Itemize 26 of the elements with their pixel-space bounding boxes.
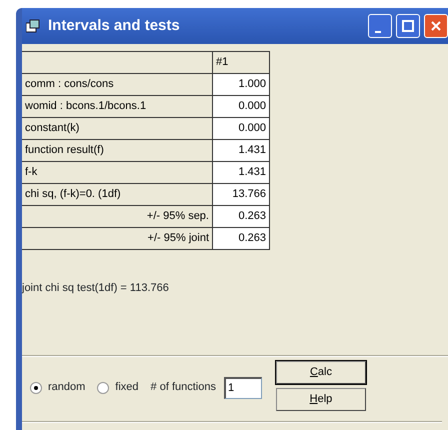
table-cell: 0.263 — [212, 227, 270, 250]
close-button[interactable] — [424, 14, 448, 38]
radio-button[interactable] — [30, 382, 42, 394]
dialog-button[interactable]: Calc — [276, 360, 366, 384]
table-cell: 0.000 — [212, 95, 270, 118]
table-cell: 1.431 — [212, 161, 270, 184]
dialog-button[interactable]: Help — [276, 388, 366, 410]
close-icon — [430, 20, 442, 32]
radio-button[interactable] — [97, 382, 110, 394]
radio-option[interactable]: fixed — [97, 379, 139, 396]
table-cell: 1.000 — [212, 73, 270, 96]
table-cell: 1.431 — [212, 139, 270, 162]
window-icon — [26, 19, 40, 33]
minimize-button[interactable] — [368, 14, 392, 38]
maximize-icon — [402, 20, 414, 32]
table-cell: 13.766 — [212, 183, 270, 206]
maximize-button[interactable] — [396, 14, 420, 38]
window-title: Intervals and tests — [48, 16, 180, 36]
table-cell: 0.263 — [212, 205, 270, 228]
column-header: #1 — [212, 51, 270, 74]
field-label: # of functions — [150, 380, 216, 396]
table-cell: 0.000 — [212, 117, 270, 140]
radio-option[interactable]: random — [30, 379, 86, 396]
minimize-icon — [375, 31, 381, 33]
functions-field[interactable]: 1 — [224, 376, 262, 398]
result-text: joint chi sq test(1df) = 113.766 — [22, 281, 170, 296]
